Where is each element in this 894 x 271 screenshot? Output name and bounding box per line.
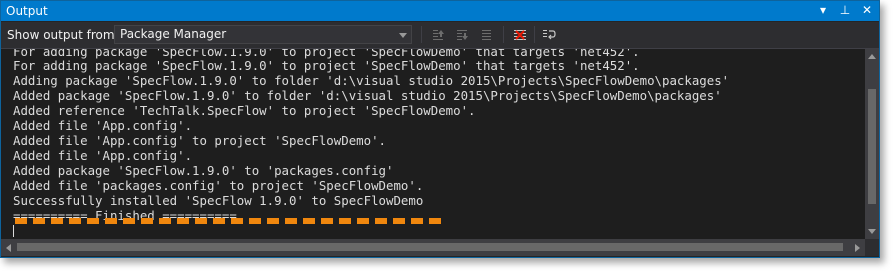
highlight-dash-annotation bbox=[15, 218, 441, 224]
toolbar-separator bbox=[421, 26, 422, 43]
output-line: Added reference 'TechTalk.SpecFlow' to p… bbox=[13, 103, 476, 118]
horizontal-scroll-thumb[interactable] bbox=[17, 243, 843, 251]
close-icon[interactable]: ✕ bbox=[861, 3, 873, 17]
output-line: Added file 'App.config' to project 'Spec… bbox=[13, 133, 386, 148]
output-line: Added package 'SpecFlow.1.9.0' to folder… bbox=[13, 88, 722, 103]
find-message-in-code-icon bbox=[482, 30, 491, 40]
output-line: Added package 'SpecFlow.1.9.0' to 'packa… bbox=[13, 163, 394, 178]
window-menu-dropdown-icon[interactable]: ▾ bbox=[817, 3, 829, 17]
scrollbar-corner bbox=[865, 239, 879, 256]
toolbar-separator bbox=[534, 26, 535, 43]
toggle-word-wrap-icon bbox=[543, 30, 556, 40]
clear-all-icon bbox=[514, 30, 526, 40]
go-to-next-message-button[interactable] bbox=[453, 25, 473, 45]
output-window: Output ▾ ⊥ ✕ Show output from: Package M… bbox=[0, 0, 880, 258]
scroll-right-icon[interactable] bbox=[855, 244, 860, 252]
horizontal-scrollbar[interactable] bbox=[1, 239, 865, 256]
pin-icon[interactable]: ⊥ bbox=[839, 3, 851, 17]
chevron-down-icon bbox=[399, 33, 407, 38]
go-to-next-message-icon bbox=[457, 30, 468, 40]
window-title: Output bbox=[6, 4, 48, 18]
vertical-scrollbar[interactable] bbox=[865, 49, 879, 239]
output-line: Adding package 'SpecFlow.1.9.0' to folde… bbox=[13, 73, 730, 88]
show-output-label: Show output from: bbox=[7, 28, 119, 42]
clear-all-button[interactable] bbox=[510, 25, 530, 45]
toolbar-separator bbox=[503, 26, 504, 43]
go-to-previous-message-icon bbox=[433, 30, 444, 40]
scroll-down-icon[interactable] bbox=[868, 229, 876, 234]
go-to-previous-message-button[interactable] bbox=[429, 25, 449, 45]
output-toolbar: Show output from: Package Manager bbox=[1, 22, 879, 49]
text-cursor bbox=[13, 225, 14, 237]
output-line: For adding package 'SpecFlow.1.9.0' to p… bbox=[13, 58, 640, 73]
output-line: Added file 'packages.config' to project … bbox=[13, 178, 424, 193]
output-line: Added file 'App.config'. bbox=[13, 118, 193, 133]
output-line: Added file 'App.config'. bbox=[13, 148, 193, 163]
find-message-in-code-button[interactable] bbox=[477, 25, 497, 45]
toggle-word-wrap-button[interactable] bbox=[539, 25, 559, 45]
vertical-scroll-thumb[interactable] bbox=[868, 89, 876, 204]
output-title-bar: Output ▾ ⊥ ✕ bbox=[1, 1, 879, 21]
output-text-area[interactable]: For adding package 'SpecFlow.1.9.0' to p… bbox=[1, 49, 865, 239]
window-controls: ▾ ⊥ ✕ bbox=[817, 3, 873, 17]
scroll-up-icon[interactable] bbox=[868, 54, 876, 59]
output-source-value: Package Manager bbox=[120, 27, 227, 41]
output-source-select[interactable]: Package Manager bbox=[114, 25, 412, 44]
output-line: Successfully installed 'SpecFlow 1.9.0' … bbox=[13, 193, 424, 208]
scroll-left-icon[interactable] bbox=[6, 244, 11, 252]
